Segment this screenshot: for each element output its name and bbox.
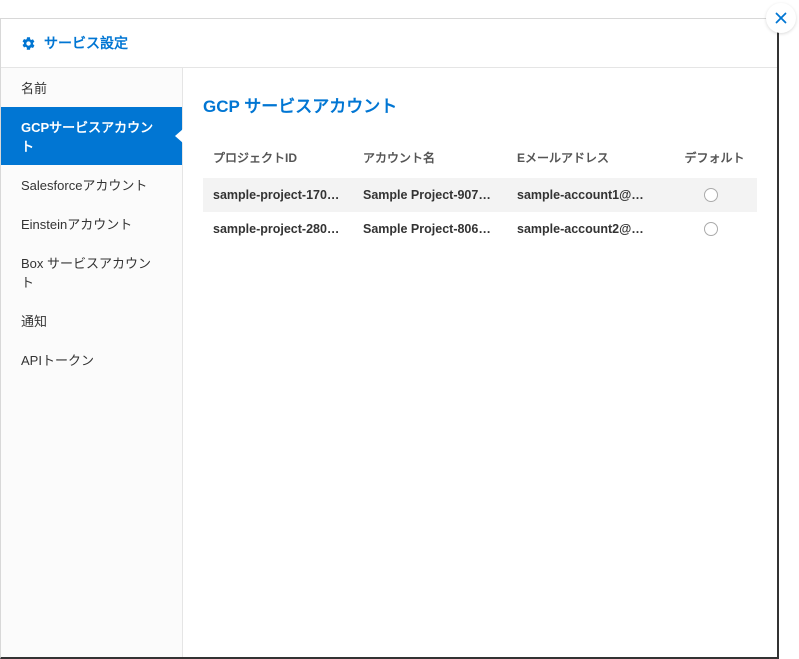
sidebar-item-gcp[interactable]: GCPサービスアカウント — [1, 107, 182, 165]
table-row[interactable]: sample-project-280… Sample Project-806… … — [203, 212, 757, 246]
column-default: デフォルト — [682, 149, 747, 166]
sidebar-item-label: APIトークン — [21, 353, 94, 368]
column-account-name: アカウント名 — [363, 149, 517, 166]
table-row[interactable]: sample-project-170… Sample Project-907… … — [203, 178, 757, 212]
sidebar-item-box[interactable]: Box サービスアカウント — [1, 243, 182, 301]
cell-account-name: Sample Project-806… — [363, 222, 517, 236]
cell-default — [682, 222, 747, 236]
cell-project-id: sample-project-280… — [213, 222, 363, 236]
gear-icon — [21, 36, 36, 51]
sidebar-item-label: GCPサービスアカウント — [21, 120, 153, 154]
main-content: GCP サービスアカウント プロジェクトID アカウント名 Eメールアドレス デ… — [183, 68, 777, 657]
cell-project-id: sample-project-170… — [213, 188, 363, 202]
cell-account-name: Sample Project-907… — [363, 188, 517, 202]
accounts-table: プロジェクトID アカウント名 Eメールアドレス デフォルト sample-pr… — [203, 149, 757, 246]
default-radio[interactable] — [704, 222, 718, 236]
close-button[interactable] — [766, 3, 796, 33]
modal-header: サービス設定 — [1, 19, 777, 68]
default-radio[interactable] — [704, 188, 718, 202]
table-header: プロジェクトID アカウント名 Eメールアドレス デフォルト — [203, 149, 757, 178]
modal-title: サービス設定 — [44, 33, 128, 53]
column-project-id: プロジェクトID — [213, 149, 363, 166]
sidebar-item-label: Box サービスアカウント — [21, 256, 151, 290]
page-title: GCP サービスアカウント — [203, 92, 757, 117]
cell-email: sample-account1@… — [517, 188, 682, 202]
sidebar-item-label: Einsteinアカウント — [21, 217, 132, 232]
column-email: Eメールアドレス — [517, 149, 682, 166]
sidebar-item-salesforce[interactable]: Salesforceアカウント — [1, 165, 182, 204]
sidebar: 名前 GCPサービスアカウント Salesforceアカウント Einstein… — [1, 68, 183, 657]
cell-default — [682, 188, 747, 202]
cell-email: sample-account2@… — [517, 222, 682, 236]
table-body: sample-project-170… Sample Project-907… … — [203, 178, 757, 246]
close-icon — [772, 9, 790, 27]
settings-modal: サービス設定 名前 GCPサービスアカウント Salesforceアカウント E… — [0, 18, 779, 659]
sidebar-item-notifications[interactable]: 通知 — [1, 301, 182, 340]
sidebar-item-api-token[interactable]: APIトークン — [1, 340, 182, 379]
sidebar-item-label: Salesforceアカウント — [21, 178, 147, 193]
sidebar-item-name[interactable]: 名前 — [1, 68, 182, 107]
sidebar-item-label: 名前 — [21, 81, 47, 96]
sidebar-item-einstein[interactable]: Einsteinアカウント — [1, 204, 182, 243]
sidebar-item-label: 通知 — [21, 314, 47, 329]
